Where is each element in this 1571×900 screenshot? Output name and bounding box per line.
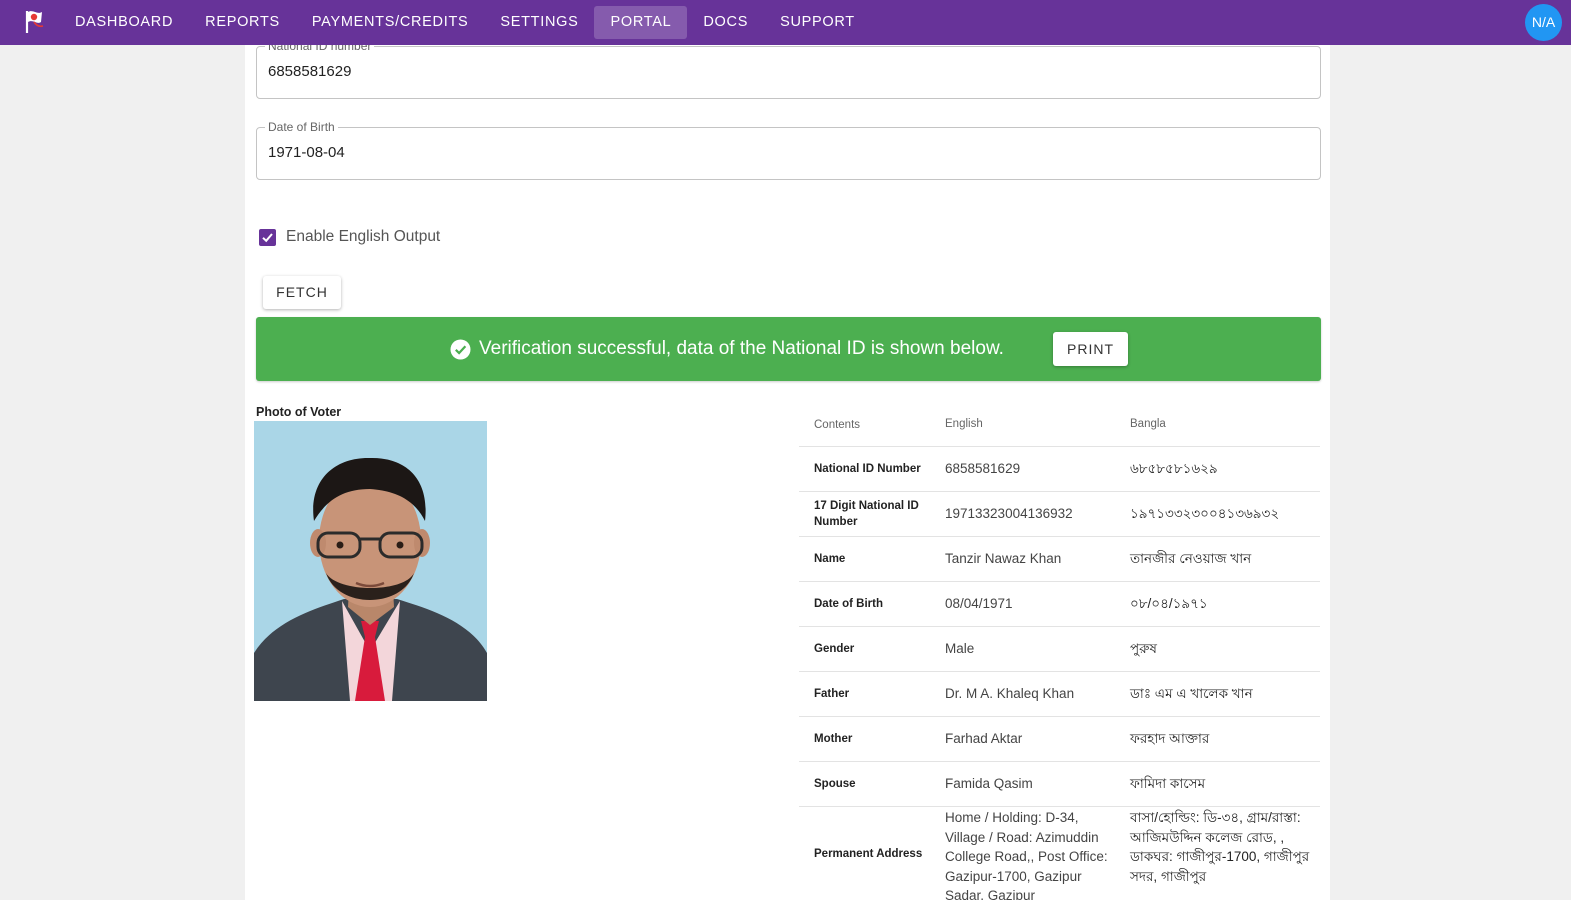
table-row: Mother Farhad Aktar ফরহাদ আক্তার	[799, 717, 1320, 762]
row-label: Name	[814, 553, 846, 565]
table-row: Spouse Famida Qasim ফামিদা কাসেম	[799, 762, 1320, 807]
row-bangla-value: ডাঃ এম এ খালেক খান	[1130, 686, 1253, 702]
row-label: National ID Number	[814, 463, 921, 475]
row-bangla-value: তানজীর নেওয়াজ খান	[1130, 551, 1252, 567]
row-bangla-value: ফামিদা কাসেম	[1130, 776, 1206, 792]
nav-item-settings[interactable]: SETTINGS	[484, 6, 594, 39]
top-navbar: DASHBOARD REPORTS PAYMENTS/CREDITS SETTI…	[0, 0, 1571, 45]
fetch-button[interactable]: FETCH	[263, 276, 341, 309]
nav-item-docs[interactable]: DOCS	[687, 6, 764, 39]
user-avatar[interactable]: N/A	[1525, 4, 1562, 41]
row-label: Gender	[814, 643, 855, 655]
table-row: Father Dr. M A. Khaleq Khan ডাঃ এম এ খাল…	[799, 672, 1320, 717]
header-bangla: Bangla	[1130, 417, 1166, 430]
checkmark-icon	[262, 232, 273, 242]
row-bangla-value: ফরহাদ আক্তার	[1130, 731, 1210, 747]
row-english-value: 6858581629	[945, 461, 1021, 477]
main-content: National ID number 6858581629 Date of Bi…	[245, 39, 1330, 900]
row-english-value: 08/04/1971	[945, 596, 1013, 612]
voter-photo	[254, 421, 487, 701]
nav-item-support[interactable]: SUPPORT	[764, 6, 871, 39]
table-row: 17 Digit National ID Number 197133230041…	[799, 492, 1320, 537]
success-message: Verification successful, data of the Nat…	[479, 338, 1004, 359]
row-english-value: 19713323004136932	[945, 506, 1073, 522]
nid-field[interactable]: National ID number 6858581629	[256, 39, 1321, 99]
table-row: Date of Birth 08/04/1971 ০৮/০৪/১৯৭১	[799, 582, 1320, 627]
table-row: Permanent Address Home / Holding: D-34, …	[799, 807, 1320, 900]
table-header-row: Contents English Bangla	[799, 403, 1320, 447]
print-button[interactable]: PRINT	[1053, 332, 1128, 366]
nav-item-reports[interactable]: REPORTS	[189, 6, 296, 39]
row-label: Date of Birth	[814, 598, 883, 610]
dob-field-label: Date of Birth	[265, 120, 338, 134]
check-circle-icon	[450, 339, 471, 360]
row-bangla-value: বাসা/হোল্ডিং: ডি-৩৪, গ্রাম/রাস্তা: আজিমউ…	[1130, 810, 1310, 884]
row-bangla-value: ১৯৭১৩৩২৩০০৪১৩৬৯৩২	[1130, 506, 1280, 522]
row-english-value: Farhad Aktar	[945, 731, 1023, 747]
row-label: Spouse	[814, 778, 856, 790]
row-label: Mother	[814, 733, 853, 745]
row-english-value: Tanzir Nawaz Khan	[945, 551, 1062, 567]
voter-portrait-image	[254, 421, 487, 701]
row-english-value: Famida Qasim	[945, 776, 1033, 792]
row-bangla-value: ৬৮৫৮৫৮১৬২৯	[1130, 461, 1218, 477]
success-alert: Verification successful, data of the Nat…	[256, 317, 1321, 381]
flag-icon[interactable]	[20, 8, 48, 36]
english-output-label: Enable English Output	[286, 228, 441, 245]
english-output-checkbox[interactable]	[259, 228, 276, 246]
nid-data-table: Contents English Bangla National ID Numb…	[799, 403, 1320, 900]
english-output-option[interactable]: Enable English Output	[259, 227, 440, 247]
nid-field-value[interactable]: 6858581629	[268, 63, 351, 81]
row-label: Father	[814, 688, 850, 700]
header-english: English	[945, 417, 983, 430]
photo-label: Photo of Voter	[256, 405, 342, 419]
table-row: National ID Number 6858581629 ৬৮৫৮৫৮১৬২৯	[799, 447, 1320, 492]
row-bangla-value: ০৮/০৪/১৯৭১	[1130, 596, 1208, 612]
nav-item-dashboard[interactable]: DASHBOARD	[59, 6, 189, 39]
row-label: Permanent Address	[814, 848, 923, 860]
nav-item-payments-credits[interactable]: PAYMENTS/CREDITS	[296, 6, 484, 39]
table-row: Gender Male পুরুষ	[799, 627, 1320, 672]
row-english-value: Male	[945, 641, 975, 657]
row-english-value: Dr. M A. Khaleq Khan	[945, 686, 1075, 702]
row-english-value: Home / Holding: D-34, Village / Road: Az…	[945, 810, 1108, 900]
row-bangla-value: পুরুষ	[1130, 641, 1157, 657]
nav-item-portal[interactable]: PORTAL	[594, 6, 688, 39]
table-row: Name Tanzir Nawaz Khan তানজীর নেওয়াজ খা…	[799, 537, 1320, 582]
nav-menu: DASHBOARD REPORTS PAYMENTS/CREDITS SETTI…	[59, 6, 871, 39]
dob-field-value[interactable]: 1971-08-04	[268, 144, 345, 162]
header-contents: Contents	[814, 418, 861, 431]
dob-field[interactable]: Date of Birth 1971-08-04	[256, 120, 1321, 180]
row-label: 17 Digit National ID Number	[814, 500, 919, 528]
